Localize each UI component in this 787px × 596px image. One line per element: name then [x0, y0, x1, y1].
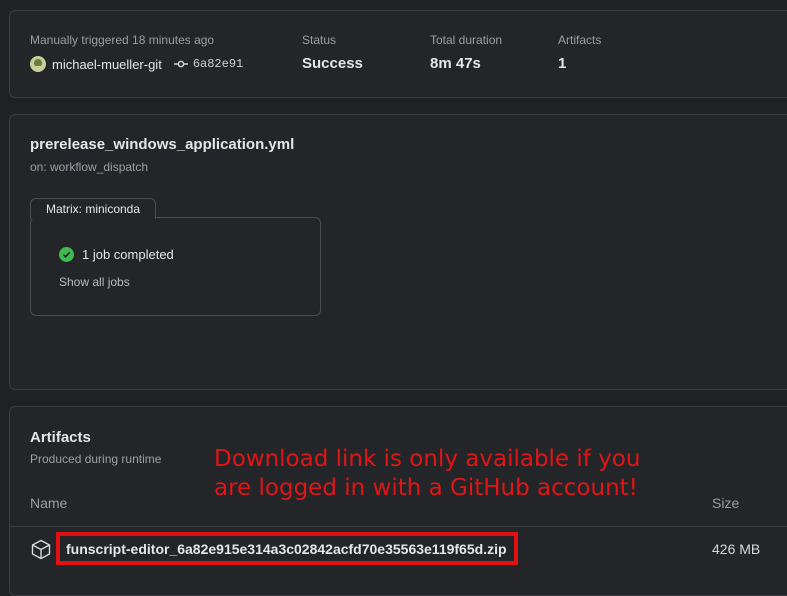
highlight-box — [56, 532, 518, 565]
matrix-job-group[interactable]: 1 job completed Show all jobs — [30, 217, 321, 316]
artifacts-count-label: Artifacts — [558, 33, 602, 47]
size-column-header: Size — [712, 495, 740, 511]
name-column-header: Name — [30, 495, 68, 511]
trigger-text: Manually triggered 18 minutes ago — [30, 33, 215, 47]
run-summary-panel: Manually triggered 18 minutes ago michae… — [9, 10, 787, 98]
artifacts-count-value: 1 — [558, 55, 567, 72]
artifacts-subtitle: Produced during runtime — [30, 452, 162, 466]
annotation-line-1: Download link is only available if you — [214, 446, 641, 472]
matrix-tab: Matrix: miniconda — [30, 198, 157, 219]
artifacts-heading: Artifacts — [30, 429, 91, 446]
status-value: Success — [302, 55, 363, 72]
table-divider — [10, 526, 787, 527]
package-icon — [31, 539, 51, 565]
commit-icon — [173, 60, 188, 68]
duration-value: 8m 47s — [430, 55, 481, 72]
status-label: Status — [302, 33, 337, 47]
artifacts-panel: Artifacts Produced during runtime Downlo… — [9, 406, 787, 596]
workflow-file-name[interactable]: prerelease_windows_application.yml — [30, 136, 294, 153]
artifact-size: 426 MB — [712, 541, 761, 557]
workflow-graph-panel: prerelease_windows_application.yml on: w… — [9, 114, 787, 390]
actor-row: michael-mueller-git 6a82e91 — [30, 56, 243, 72]
commit-link[interactable]: 6a82e91 — [173, 57, 244, 71]
job-status-row[interactable]: 1 job completed — [59, 247, 174, 262]
annotation-line-2: are logged in with a GitHub account! — [214, 475, 638, 501]
avatar[interactable] — [30, 56, 46, 72]
workflow-trigger: on: workflow_dispatch — [30, 160, 149, 174]
commit-sha: 6a82e91 — [192, 57, 244, 71]
duration-label: Total duration — [430, 33, 503, 47]
check-circle-icon — [59, 247, 74, 262]
actor-link[interactable]: michael-mueller-git — [52, 57, 162, 72]
jobs-completed-text: 1 job completed — [82, 247, 174, 262]
show-all-jobs-link[interactable]: Show all jobs — [59, 275, 130, 289]
